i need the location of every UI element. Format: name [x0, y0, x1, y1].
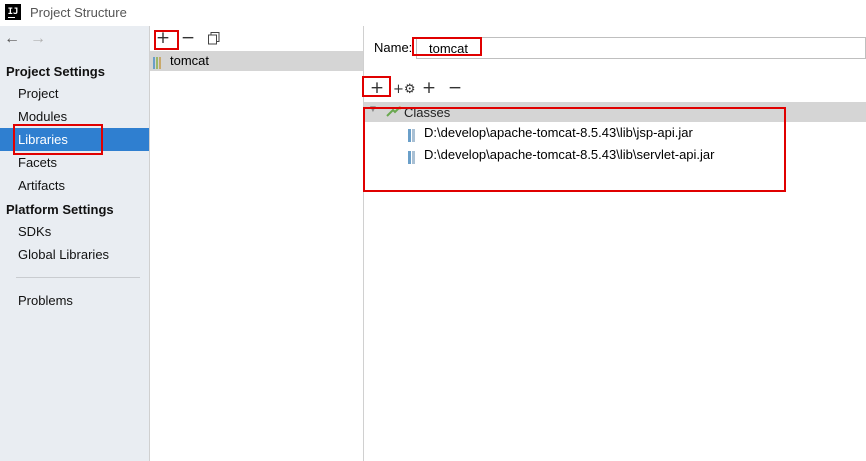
copy-library-button[interactable] — [204, 28, 224, 48]
sidebar-item-artifacts[interactable]: Artifacts — [0, 174, 149, 197]
attach-jar-button[interactable]: + — [419, 78, 439, 117]
chevron-down-icon[interactable]: ▼ — [368, 104, 378, 115]
remove-library-button[interactable]: − — [178, 28, 198, 48]
sidebar-item-sdks[interactable]: SDKs — [0, 220, 149, 243]
history-navigation: ← → — [4, 30, 46, 50]
class-entry-path: D:\develop\apache-tomcat-8.5.43\lib\jsp-… — [424, 125, 693, 140]
sidebar-item-global-libraries[interactable]: Global Libraries — [0, 243, 149, 266]
project-settings-heading: Project Settings — [6, 64, 105, 79]
forward-arrow-icon[interactable]: → — [30, 30, 46, 50]
sidebar-divider — [16, 277, 140, 278]
name-label: Name: — [374, 40, 413, 55]
class-entry-path: D:\develop\apache-tomcat-8.5.43\lib\serv… — [424, 147, 715, 162]
classes-label: Classes — [404, 105, 451, 120]
jar-file-icon — [408, 149, 420, 164]
settings-sidebar: ← → Project Settings Project Modules Lib… — [0, 26, 150, 461]
sidebar-item-project[interactable]: Project — [0, 82, 149, 105]
back-arrow-icon[interactable]: ← — [4, 30, 20, 50]
classes-tree: ▼ Classes D:\develop\apache-tomcat-8.5.4… — [364, 102, 866, 461]
library-item-label: tomcat — [170, 53, 210, 68]
class-entry-servlet-api[interactable]: D:\develop\apache-tomcat-8.5.43\lib\serv… — [408, 144, 714, 166]
add-library-button[interactable]: + — [153, 28, 173, 48]
add-specific-root-button[interactable]: +⚙ — [393, 78, 416, 98]
title-bar: IJ Project Structure — [0, 0, 866, 26]
library-name-input[interactable] — [416, 37, 866, 59]
add-with-settings-icon: +⚙ — [393, 82, 416, 97]
sidebar-item-modules[interactable]: Modules — [0, 105, 149, 128]
add-class-root-button[interactable]: + — [367, 78, 387, 98]
add-orange-icon: + — [421, 78, 437, 98]
jar-file-icon — [408, 127, 420, 142]
library-item-tomcat[interactable]: tomcat — [150, 51, 363, 71]
copy-icon — [208, 31, 220, 44]
intellij-app-icon: IJ — [5, 4, 21, 20]
library-icon — [153, 55, 167, 69]
sidebar-item-libraries[interactable]: Libraries — [0, 128, 149, 151]
classes-root-icon — [386, 106, 402, 117]
library-detail-pane: Name: + +⚙ + − ▼ Classes D:\develop\apac… — [364, 26, 866, 461]
classes-node[interactable]: ▼ Classes — [364, 102, 866, 122]
window-title: Project Structure — [30, 5, 127, 20]
sidebar-item-facets[interactable]: Facets — [0, 151, 149, 174]
libraries-list-pane: + − tomcat — [150, 26, 364, 461]
platform-settings-heading: Platform Settings — [6, 202, 114, 217]
class-entry-jsp-api[interactable]: D:\develop\apache-tomcat-8.5.43\lib\jsp-… — [408, 122, 693, 144]
classes-toolbar: + +⚙ + − — [364, 76, 866, 117]
libraries-toolbar: + − — [150, 26, 363, 50]
sidebar-item-problems[interactable]: Problems — [0, 289, 149, 312]
remove-root-button[interactable]: − — [445, 78, 465, 98]
